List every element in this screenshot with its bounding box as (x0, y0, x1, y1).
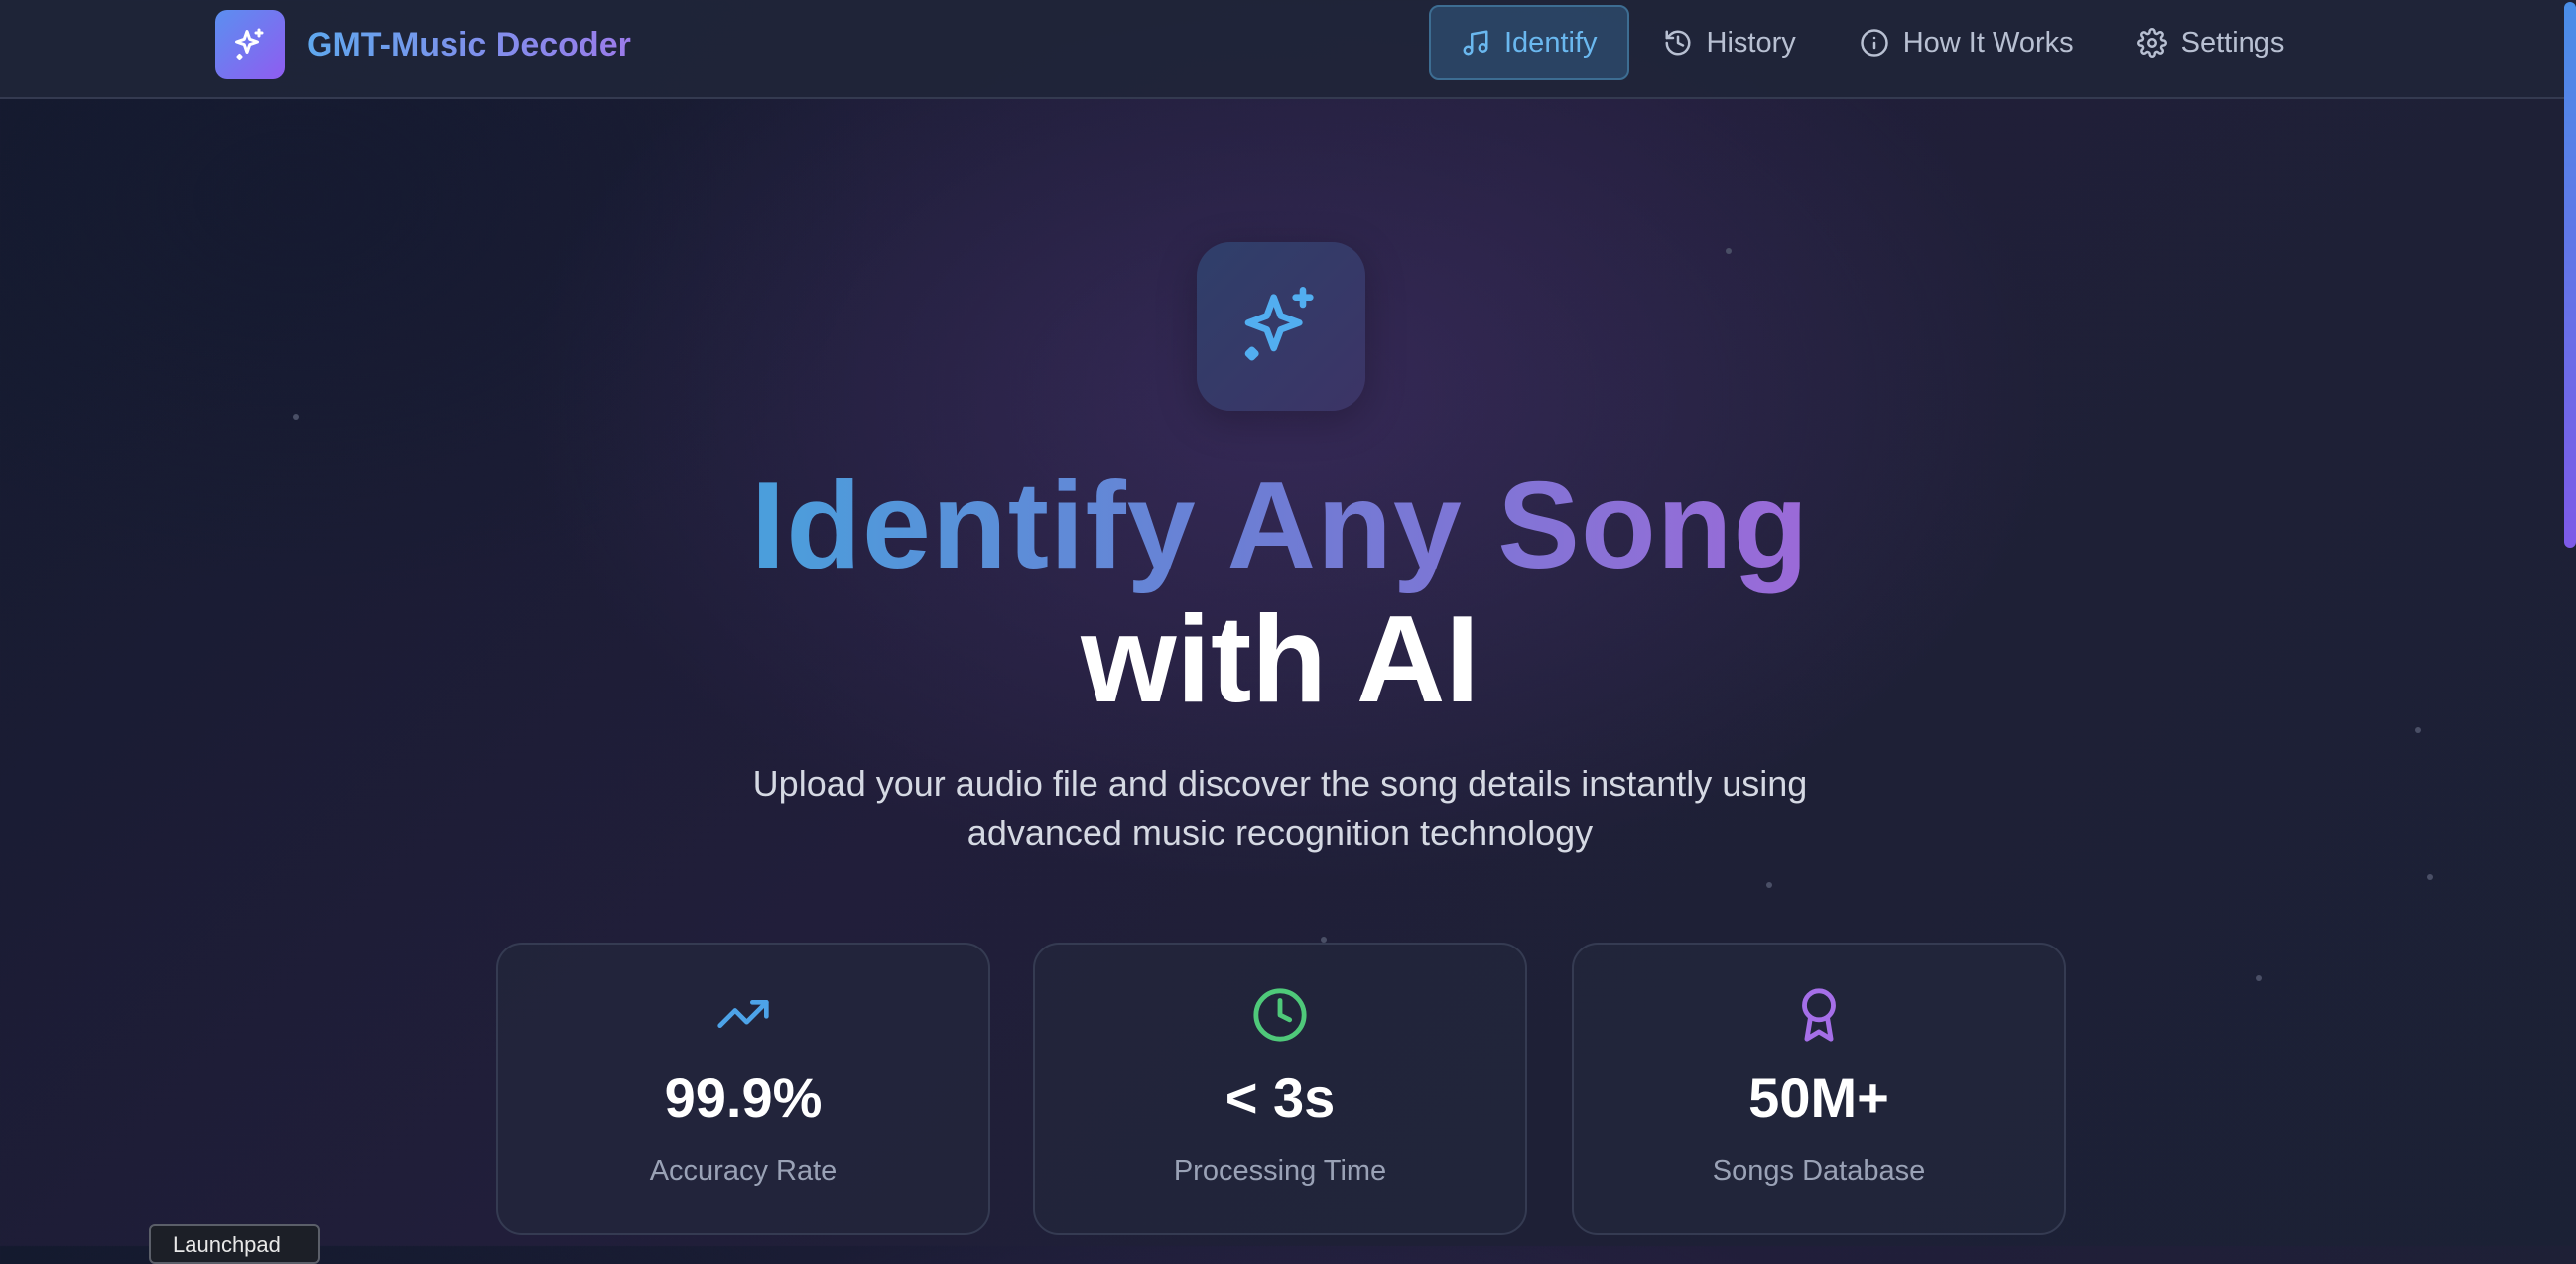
hero-subtitle-line2: advanced music recognition technology (966, 813, 1594, 853)
particle-dot (2256, 975, 2262, 981)
scrollbar-thumb[interactable] (2564, 2, 2576, 548)
hero-title-gradient-text: Identify Any Song (750, 457, 1810, 594)
trending-up-icon (717, 1000, 769, 1028)
brand-name: GMT-Music Decoder (307, 25, 631, 63)
stat-card-accuracy: 99.9% Accuracy Rate (496, 943, 990, 1235)
stat-value: < 3s (1224, 1067, 1336, 1129)
history-icon (1665, 30, 1690, 56)
nav-identify-label: Identify (1504, 26, 1598, 59)
info-icon (1860, 29, 1888, 57)
sparkles-icon (1244, 287, 1314, 361)
nav-settings-label: Settings (2180, 26, 2285, 59)
award-icon (1802, 988, 1836, 1042)
main-nav: Identify History How It Works Settings (1429, 5, 2318, 80)
particle-dot (1726, 248, 1732, 254)
nav-history-label: History (1706, 26, 1796, 59)
hero-sparkles-badge (1197, 242, 1365, 411)
nav-how-it-works-label: How It Works (1902, 26, 2074, 59)
hero-title-line1: Identify Any Song (0, 451, 2560, 600)
nav-settings[interactable]: Settings (2108, 5, 2315, 80)
sparkles-logo-icon (215, 10, 285, 79)
particle-dot (1766, 882, 1772, 888)
particle-dot (2427, 874, 2433, 880)
nav-history[interactable]: History (1633, 5, 1826, 80)
stat-label: Processing Time (1173, 1155, 1387, 1187)
stat-value: 99.9% (664, 1067, 823, 1129)
nav-how-it-works[interactable]: How It Works (1830, 5, 2104, 80)
hero-subtitle-line1: Upload your audio file and discover the … (752, 763, 1808, 804)
stat-card-processing-time: < 3s Processing Time (1033, 943, 1527, 1235)
music-note-icon (1463, 30, 1488, 56)
hero-title-line2: with AI (1081, 591, 1480, 728)
page-scrollbar[interactable] (2564, 0, 2576, 1246)
nav-identify[interactable]: Identify (1429, 5, 1629, 80)
stat-value: 50M+ (1748, 1067, 1889, 1129)
stat-label: Accuracy Rate (649, 1155, 837, 1187)
clock-icon (1253, 988, 1307, 1042)
brand[interactable]: GMT-Music Decoder (215, 10, 631, 79)
top-navigation-bar: GMT-Music Decoder Identify History How I… (0, 0, 2576, 99)
launchpad-tooltip: Launchpad (149, 1224, 320, 1264)
hero-subtitle: Upload your audio file and discover the … (685, 759, 1875, 858)
gear-icon (2136, 28, 2167, 58)
stat-label: Songs Database (1712, 1155, 1926, 1187)
stat-card-songs-database: 50M+ Songs Database (1572, 943, 2066, 1235)
particle-dot (293, 414, 299, 420)
